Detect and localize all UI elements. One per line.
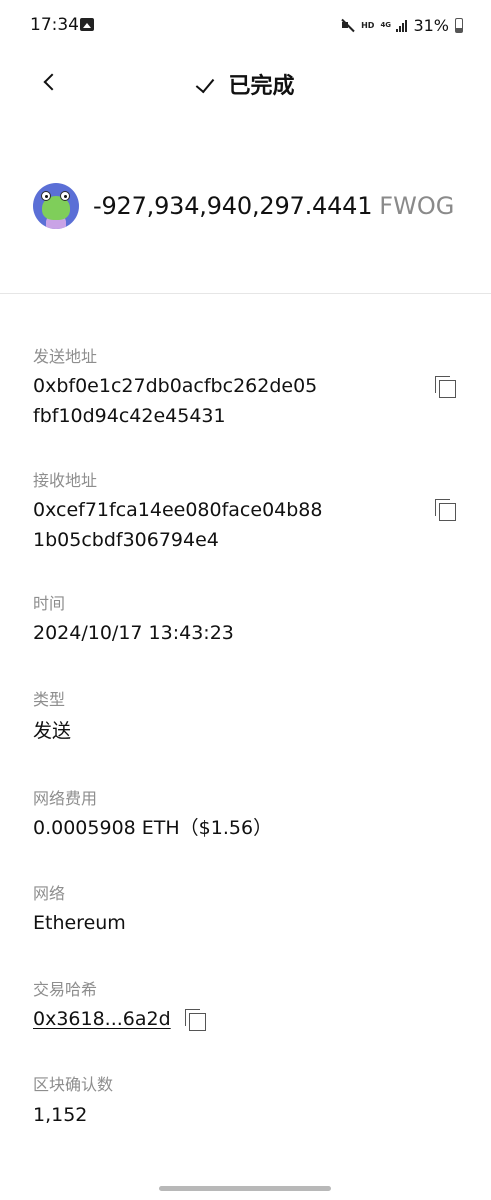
status-indicators: HD 4G 31% bbox=[341, 14, 463, 36]
page-title: 已完成 bbox=[228, 74, 295, 99]
copy-tx-hash-icon[interactable] bbox=[184, 1008, 208, 1032]
battery-percent: 31% bbox=[413, 15, 449, 35]
copy-from-address-icon[interactable] bbox=[434, 375, 458, 399]
from-address-label: 发送地址 bbox=[33, 347, 98, 366]
home-indicator[interactable] bbox=[159, 1186, 331, 1191]
type-value: 发送 bbox=[33, 720, 72, 742]
status-bar: 17:34 HD 4G 31% bbox=[0, 0, 491, 52]
network-label: 网络 bbox=[33, 884, 66, 903]
check-icon bbox=[196, 73, 218, 95]
status-time: 17:34 bbox=[30, 15, 79, 35]
network-type-icon: 4G bbox=[380, 20, 392, 29]
from-address-line1: 0xbf0e1c27db0acfbc262de05 bbox=[33, 375, 318, 397]
confirmations-value: 1,152 bbox=[33, 1104, 88, 1126]
network-fee-label: 网络费用 bbox=[33, 789, 98, 808]
to-address-label: 接收地址 bbox=[33, 471, 98, 490]
time-value: 2024/10/17 13:43:23 bbox=[33, 622, 234, 644]
tx-hash-link[interactable]: 0x3618...6a2d bbox=[33, 1004, 171, 1034]
amount-value: -927,934,940,297.4441 bbox=[93, 192, 373, 220]
to-address-line1: 0xcef71fca14ee080face04b88 bbox=[33, 499, 323, 521]
mute-icon bbox=[341, 18, 355, 32]
hd-icon: HD bbox=[361, 20, 375, 30]
network-fee-value: 0.0005908 ETH（$1.56） bbox=[33, 817, 273, 839]
section-divider bbox=[0, 293, 491, 294]
to-address-value[interactable]: 0xcef71fca14ee080face04b88 1b05cbdf30679… bbox=[33, 495, 322, 555]
to-address-line2: 1b05cbdf306794e4 bbox=[33, 529, 219, 551]
time-label: 时间 bbox=[33, 594, 66, 613]
frog-eye-left bbox=[41, 191, 51, 201]
tx-hash-label: 交易哈希 bbox=[33, 980, 98, 999]
signal-icon bbox=[396, 19, 408, 32]
from-address-line2: fbf10d94c42e45431 bbox=[33, 405, 226, 427]
network-value: Ethereum bbox=[33, 912, 126, 934]
token-avatar bbox=[33, 183, 79, 229]
type-label: 类型 bbox=[33, 690, 66, 709]
token-symbol: FWOG bbox=[379, 192, 455, 220]
amount-row: -927,934,940,297.4441 FWOG bbox=[33, 183, 454, 229]
gallery-icon bbox=[80, 18, 94, 31]
from-address-value[interactable]: 0xbf0e1c27db0acfbc262de05 fbf10d94c42e45… bbox=[33, 371, 317, 431]
top-app-bar: 已完成 bbox=[0, 52, 491, 112]
confirmations-label: 区块确认数 bbox=[33, 1075, 114, 1094]
copy-to-address-icon[interactable] bbox=[434, 498, 458, 522]
title-group: 已完成 bbox=[0, 68, 491, 100]
battery-icon bbox=[455, 17, 463, 33]
frog-eye-right bbox=[60, 191, 70, 201]
